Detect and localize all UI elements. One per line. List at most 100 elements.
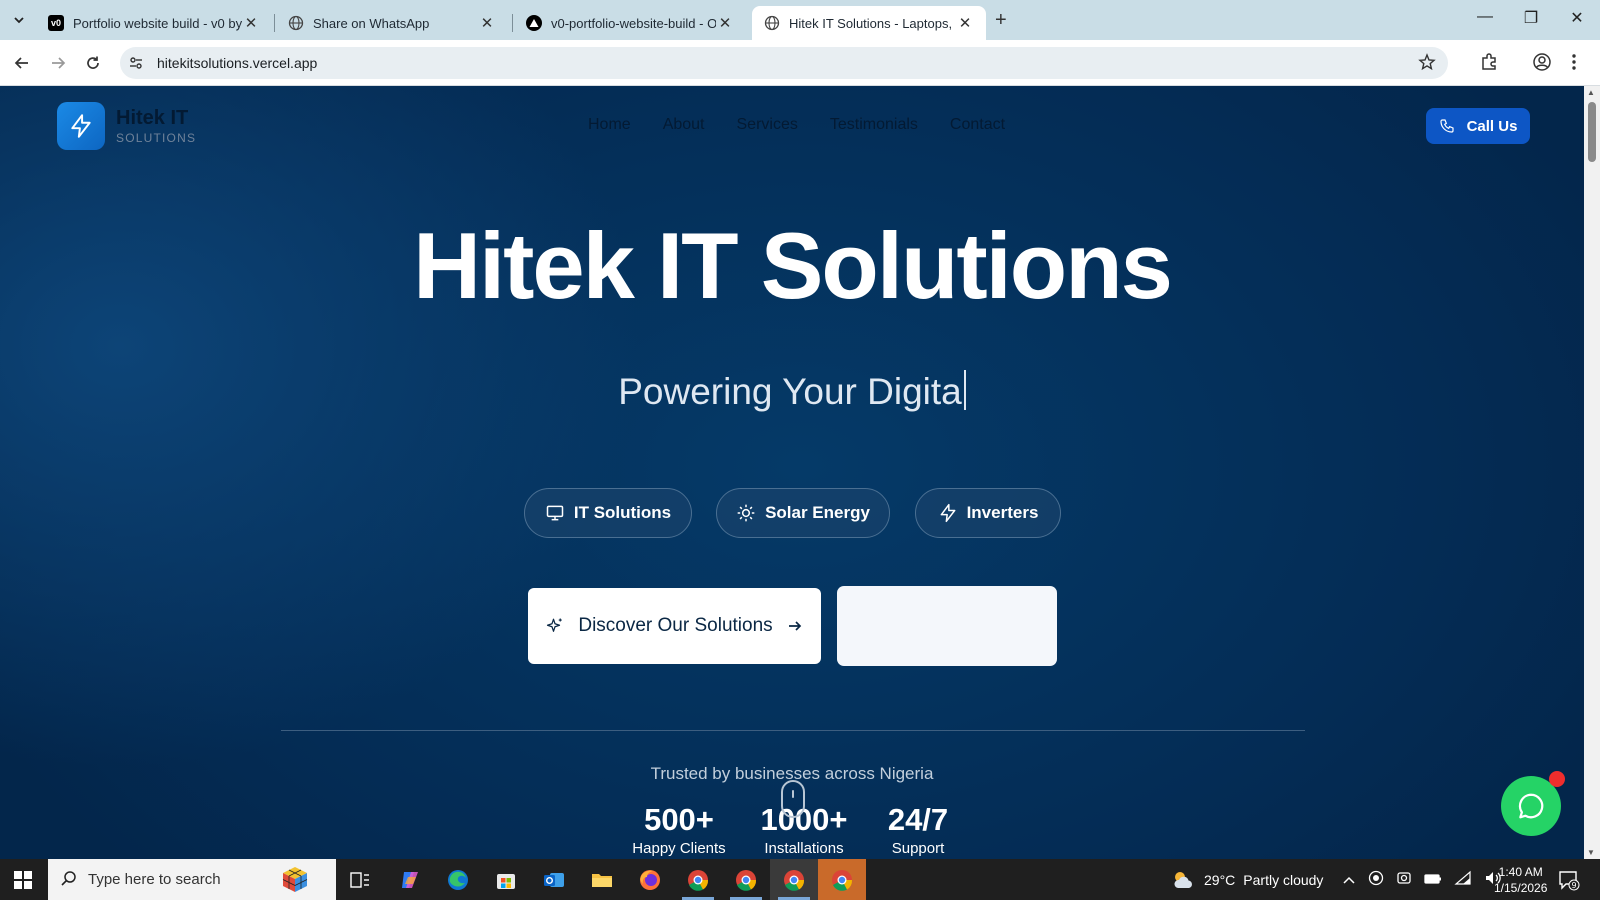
monitor-icon [546, 505, 564, 521]
pill-inverters[interactable]: Inverters [915, 488, 1061, 538]
secondary-cta-button[interactable] [837, 586, 1057, 666]
tab-v0-portfolio[interactable]: v0 Portfolio website build - v0 by V ✕ [36, 6, 272, 40]
call-us-button[interactable]: Call Us [1426, 108, 1530, 144]
arrow-right-icon [788, 621, 801, 631]
sparkles-icon [547, 618, 563, 632]
scroll-up-icon[interactable]: ▲ [1587, 88, 1595, 97]
wifi-icon[interactable] [1454, 870, 1472, 889]
pill-it-solutions[interactable]: IT Solutions [524, 488, 692, 538]
close-icon[interactable]: ✕ [716, 14, 734, 32]
tab-title: Portfolio website build - v0 by V [73, 15, 242, 31]
kebab-menu-icon[interactable] [1571, 52, 1577, 77]
task-view-icon[interactable] [336, 859, 384, 900]
weather-widget[interactable]: 29°C Partly cloudy [1170, 859, 1323, 900]
lightning-icon [71, 114, 91, 138]
nav-home[interactable]: Home [588, 116, 631, 134]
outlook-icon[interactable] [530, 859, 578, 900]
scroll-down-icon[interactable]: ▼ [1587, 848, 1595, 857]
firefox-icon[interactable] [626, 859, 674, 900]
profile-icon[interactable] [1532, 52, 1552, 77]
copilot-icon[interactable] [386, 859, 434, 900]
hero-subtitle: Powering Your Digita [0, 370, 1584, 413]
nav-contact[interactable]: Contact [950, 116, 1005, 134]
chrome-profile-2-icon[interactable] [722, 859, 770, 900]
tab-search-button[interactable] [6, 8, 32, 32]
browser-toolbar: hitekitsolutions.vercel.app [0, 40, 1600, 86]
site-logo[interactable] [57, 102, 105, 150]
forward-arrow-icon[interactable] [47, 52, 69, 74]
typing-caret [963, 370, 966, 410]
extensions-icon[interactable] [1479, 52, 1499, 77]
reload-icon[interactable] [82, 52, 104, 74]
nav-about[interactable]: About [663, 116, 705, 134]
close-window-icon[interactable]: ✕ [1554, 8, 1600, 28]
call-us-label: Call Us [1466, 117, 1518, 135]
back-arrow-icon[interactable] [11, 52, 33, 74]
weather-temp: 29°C [1204, 871, 1236, 888]
notification-count: 9 [1571, 881, 1576, 890]
tab-separator [274, 14, 275, 32]
tab-separator [512, 14, 513, 32]
microsoft-store-icon[interactable] [482, 859, 530, 900]
stat-support: 24/7 Support [876, 802, 960, 857]
pill-label: Inverters [966, 503, 1039, 522]
page-scrollbar[interactable]: ▲ ▼ [1584, 86, 1600, 859]
phone-icon [1439, 119, 1454, 133]
rubiks-cube-icon [280, 864, 310, 894]
new-tab-button[interactable]: + [995, 9, 1007, 32]
tab-vercel-project[interactable]: v0-portfolio-website-build - Ov ✕ [514, 6, 746, 40]
tab-hitek-active[interactable]: Hitek IT Solutions - Laptops, De ✕ [752, 6, 986, 40]
taskbar-search-box[interactable]: Type here to search [48, 859, 336, 900]
close-icon[interactable]: ✕ [956, 14, 974, 32]
search-icon [60, 870, 78, 893]
stat-happy-clients: 500+ Happy Clients [626, 802, 732, 857]
pill-label: Solar Energy [765, 503, 870, 522]
battery-icon[interactable] [1424, 872, 1442, 888]
hero-divider [281, 730, 1305, 731]
nav-testimonials[interactable]: Testimonials [830, 116, 918, 134]
tab-share-whatsapp[interactable]: Share on WhatsApp ✕ [276, 6, 508, 40]
windows-start-icon[interactable] [14, 871, 32, 894]
tab-strip: v0 Portfolio website build - v0 by V ✕ S… [0, 0, 1600, 40]
chat-bubble-icon [1518, 793, 1544, 819]
discover-solutions-label: Discover Our Solutions [578, 615, 773, 636]
scrollbar-thumb[interactable] [1588, 102, 1596, 162]
system-tray [1342, 859, 1502, 900]
hero-subtitle-text: Powering Your Digita [618, 371, 962, 412]
close-icon[interactable]: ✕ [478, 14, 496, 32]
site-settings-icon[interactable] [128, 55, 144, 76]
bookmark-star-icon[interactable] [1418, 53, 1436, 76]
pill-solar-energy[interactable]: Solar Energy [716, 488, 890, 538]
record-icon[interactable] [1368, 870, 1384, 889]
main-nav: Home About Services Testimonials Contact [588, 116, 1005, 134]
globe-icon [288, 15, 304, 31]
file-explorer-icon[interactable] [578, 859, 626, 900]
discover-solutions-button[interactable]: Discover Our Solutions [528, 588, 821, 664]
close-icon[interactable]: ✕ [242, 14, 260, 32]
chrome-active-window-icon[interactable] [770, 859, 818, 900]
sun-icon [737, 504, 755, 522]
logo-name: Hitek IT [116, 107, 189, 129]
stat-label: Support [891, 840, 945, 857]
taskbar-clock[interactable]: 1:40 AM 1/15/2026 [1494, 864, 1547, 896]
stat-label: Happy Clients [632, 840, 726, 857]
notification-center-icon[interactable]: 9 [1558, 869, 1580, 896]
minimize-icon[interactable]: — [1462, 8, 1508, 26]
weather-condition: Partly cloudy [1243, 871, 1324, 888]
restore-icon[interactable]: ❐ [1508, 8, 1554, 28]
edge-browser-icon[interactable] [434, 859, 482, 900]
pill-label: IT Solutions [573, 503, 672, 522]
clock-date: 1/15/2026 [1494, 881, 1548, 895]
chrome-profile-1-icon[interactable] [674, 859, 722, 900]
nav-services[interactable]: Services [737, 116, 798, 134]
tab-title: v0-portfolio-website-build - Ov [551, 15, 716, 31]
stat-value: 500+ [644, 802, 714, 837]
partly-cloudy-icon [1174, 871, 1192, 888]
chevron-up-icon[interactable] [1342, 872, 1356, 888]
camera-icon[interactable] [1396, 870, 1412, 889]
web-page: Hitek IT SOLUTIONS Home About Services T… [0, 86, 1584, 859]
lightning-icon [940, 503, 955, 523]
chrome-profile-3-icon[interactable] [818, 859, 866, 900]
vercel-triangle-icon [526, 15, 542, 31]
address-bar[interactable]: hitekitsolutions.vercel.app [120, 47, 1448, 79]
